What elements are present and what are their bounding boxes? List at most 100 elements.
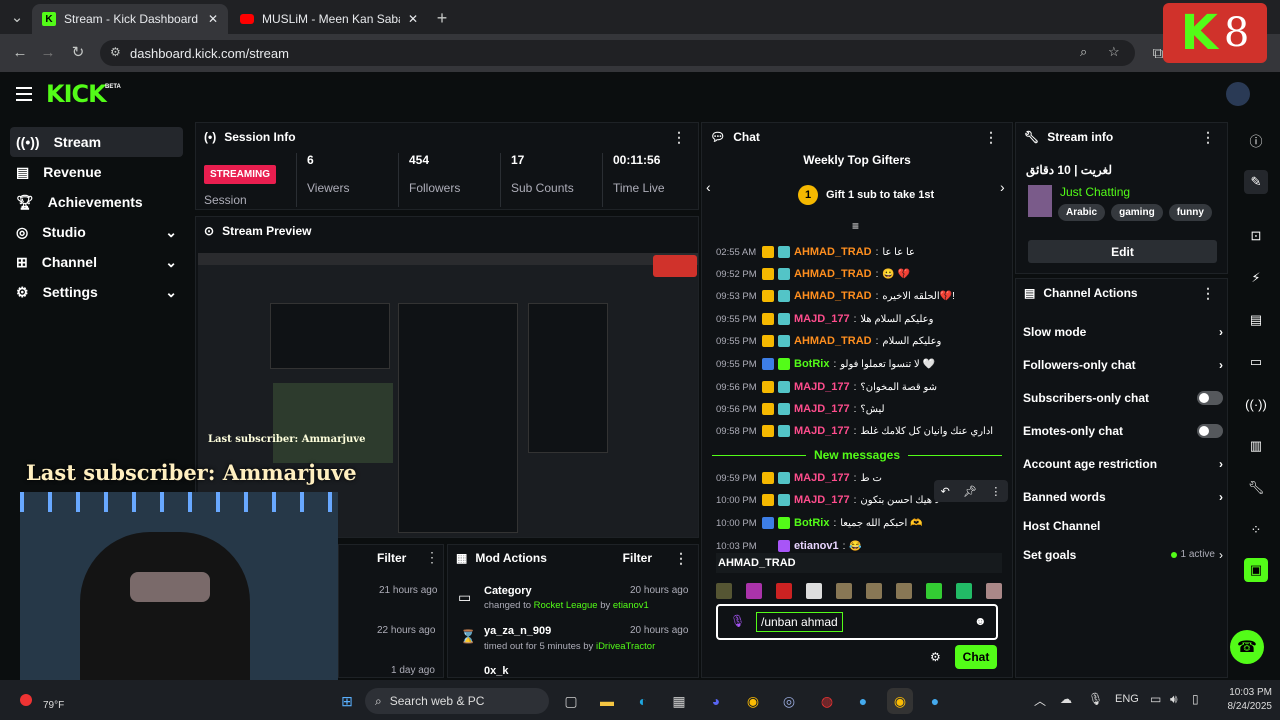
discord-icon[interactable]: ◕ xyxy=(703,688,729,714)
broadcast-icon[interactable]: ((·)) xyxy=(1244,392,1268,416)
avatar[interactable] xyxy=(1226,82,1250,106)
chat-message[interactable]: 02:55 AM AHMAD_TRAD: عا عا عا xyxy=(716,241,1006,263)
more-options-icon[interactable]: ⋮ xyxy=(1201,129,1215,146)
app-icon-2[interactable]: ● xyxy=(922,688,948,714)
collapse-icon[interactable]: ≡ xyxy=(852,219,859,233)
emote-icon[interactable] xyxy=(776,583,792,599)
steam-icon[interactable]: ◎ xyxy=(776,688,802,714)
store-icon[interactable]: ▦ xyxy=(666,688,692,714)
message-username[interactable]: AHMAD_TRAD xyxy=(794,268,872,280)
emote-icon[interactable] xyxy=(716,583,732,599)
edge-icon[interactable]: ◐ xyxy=(630,688,656,714)
message-username[interactable]: MAJD_177 xyxy=(794,472,850,484)
message-username[interactable]: MAJD_177 xyxy=(794,425,850,437)
kick-logo[interactable]: KICK xyxy=(46,80,107,108)
battery-icon[interactable]: ▯ xyxy=(1192,692,1199,706)
obs-icon[interactable]: ◍ xyxy=(814,688,840,714)
tab-list-icon[interactable]: ⌄ xyxy=(8,8,26,26)
chat-message[interactable]: 09:56 PM MAJD_177: شو قصة المخوان؟ xyxy=(716,376,1006,398)
desc-user[interactable]: iDriveaTractor xyxy=(596,641,655,652)
sidebar-item-revenue[interactable]: ▤ Revenue xyxy=(10,157,183,187)
close-tab-icon[interactable]: ✕ xyxy=(208,12,218,26)
filter-button[interactable]: Filter xyxy=(623,551,652,565)
subscribers-only-toggle[interactable] xyxy=(1197,390,1223,405)
emote-icon[interactable] xyxy=(806,583,822,599)
chat-message[interactable]: 09:55 PM BotRix: لا تنسوا تعملوا فولو 🤍 xyxy=(716,353,1006,375)
message-username[interactable]: AHMAD_TRAD xyxy=(794,246,872,258)
message-username[interactable]: AHMAD_TRAD xyxy=(794,335,872,347)
account-age-row[interactable]: Account age restriction › xyxy=(1023,447,1223,480)
more-options-icon[interactable]: ⋮ xyxy=(674,550,688,567)
set-goals-row[interactable]: Set goals 1 active › xyxy=(1023,538,1223,571)
language-indicator[interactable]: ENG xyxy=(1115,693,1139,705)
chat-settings-icon[interactable]: ⚙ xyxy=(930,650,941,664)
send-chat-button[interactable]: Chat xyxy=(955,645,997,669)
sidebar-item-achievements[interactable]: 🏆︎ Achievements xyxy=(10,187,183,217)
emote-icon[interactable] xyxy=(866,583,882,599)
stream-category[interactable]: Just Chatting xyxy=(1060,185,1130,199)
tray-chevron-icon[interactable]: ︿ xyxy=(1034,692,1046,709)
mic-icon[interactable]: 🎙︎ xyxy=(1088,692,1103,706)
message-username[interactable]: AHMAD_TRAD xyxy=(794,290,872,302)
address-bar[interactable]: ⚙ dashboard.kick.com/stream ⌕ ☆ xyxy=(100,40,1135,66)
emote-icon[interactable] xyxy=(926,583,942,599)
sidebar-item-studio[interactable]: ◎ Studio ⌄ xyxy=(10,217,183,247)
chat-input[interactable]: /unban ahmad xyxy=(756,612,843,632)
message-username[interactable]: MAJD_177 xyxy=(794,381,850,393)
tab-kick-dashboard[interactable]: K Stream - Kick Dashboard ✕ xyxy=(32,4,228,34)
message-username[interactable]: BotRix xyxy=(794,358,829,370)
emote-icon[interactable] xyxy=(746,583,762,599)
chevron-right-icon[interactable]: › xyxy=(1000,179,1005,195)
emote-icon[interactable] xyxy=(986,583,1002,599)
volume-icon[interactable]: 🔊︎ xyxy=(1170,692,1178,707)
taskbar-search[interactable]: ⌕ Search web & PC xyxy=(365,688,549,714)
chat-input-box[interactable]: 🎙︎ /unban ahmad ☻ xyxy=(716,604,998,640)
forward-icon[interactable]: → xyxy=(38,42,58,62)
emoji-icon[interactable]: ☻ xyxy=(974,614,987,628)
more-options-icon[interactable]: ⋮ xyxy=(425,549,439,566)
chevron-down-icon[interactable]: ⌄ xyxy=(165,224,177,241)
bookmark-star-icon[interactable]: ☆ xyxy=(1108,44,1120,60)
chat-message[interactable]: 09:58 PM MAJD_177: اداري عنك وانيان كل كلا… xyxy=(716,420,1006,442)
emote-icon[interactable] xyxy=(956,583,972,599)
slow-mode-row[interactable]: Slow mode › xyxy=(1023,315,1223,348)
more-options-icon[interactable]: ⋮ xyxy=(984,129,998,146)
chrome-icon[interactable]: ◉ xyxy=(740,688,766,714)
chat-bubble-icon[interactable]: ▭ xyxy=(1244,350,1268,374)
emote-icon[interactable] xyxy=(896,583,912,599)
sidebar-item-channel[interactable]: ⊞ Channel ⌄ xyxy=(10,247,183,277)
file-explorer-icon[interactable]: ▬ xyxy=(594,688,620,714)
chat-message[interactable]: 09:52 PM AHMAD_TRAD: 😀 💔 xyxy=(716,263,1006,285)
app-icon-1[interactable]: ● xyxy=(850,688,876,714)
emotes-only-toggle[interactable] xyxy=(1197,423,1223,438)
back-icon[interactable]: ← xyxy=(10,42,30,62)
chevron-down-icon[interactable]: ⌄ xyxy=(165,254,177,271)
hamburger-menu-icon[interactable] xyxy=(16,87,32,101)
sidebar-item-settings[interactable]: ⚙ Settings ⌄ xyxy=(10,277,183,307)
zoom-icon[interactable]: ⌕ xyxy=(1080,44,1087,60)
chrome-active-icon[interactable]: ◉ xyxy=(887,688,913,714)
edit-button[interactable]: Edit xyxy=(1028,240,1217,263)
chevron-left-icon[interactable]: ‹ xyxy=(706,179,711,195)
message-username[interactable]: MAJD_177 xyxy=(794,494,850,506)
more-options-icon[interactable]: ⋮ xyxy=(672,129,686,146)
reload-icon[interactable]: ↻ xyxy=(68,42,88,62)
windows-start-icon[interactable]: ⊞ xyxy=(334,688,360,714)
lightning-icon[interactable]: ⚡︎ xyxy=(1244,266,1268,290)
chat-message[interactable]: 09:55 PM MAJD_177: وعليكم السلام هلا xyxy=(716,308,1006,330)
message-username[interactable]: MAJD_177 xyxy=(794,403,850,415)
emote-icon[interactable] xyxy=(836,583,852,599)
sidebar-item-stream[interactable]: ((•)) Stream xyxy=(10,127,183,157)
message-username[interactable]: etianov1 xyxy=(794,540,839,552)
reply-icon[interactable]: ↶ xyxy=(941,485,950,498)
filter-button[interactable]: Filter xyxy=(377,551,406,565)
close-tab-icon[interactable]: ✕ xyxy=(408,12,418,26)
info-icon[interactable]: ⓘ xyxy=(1244,128,1268,152)
message-username[interactable]: MAJD_177 xyxy=(794,313,850,325)
pin-icon[interactable]: 📌︎ xyxy=(963,485,977,498)
desc-highlight[interactable]: Rocket League xyxy=(534,600,598,611)
pencil-icon[interactable]: ✎ xyxy=(1244,170,1268,194)
chat-message[interactable]: 09:53 PM AHMAD_TRAD: الحلقه الاخيره💔! xyxy=(716,285,1006,307)
weather-temp[interactable]: 79°F xyxy=(43,700,64,711)
support-headset-icon[interactable]: ☎ xyxy=(1230,630,1264,664)
